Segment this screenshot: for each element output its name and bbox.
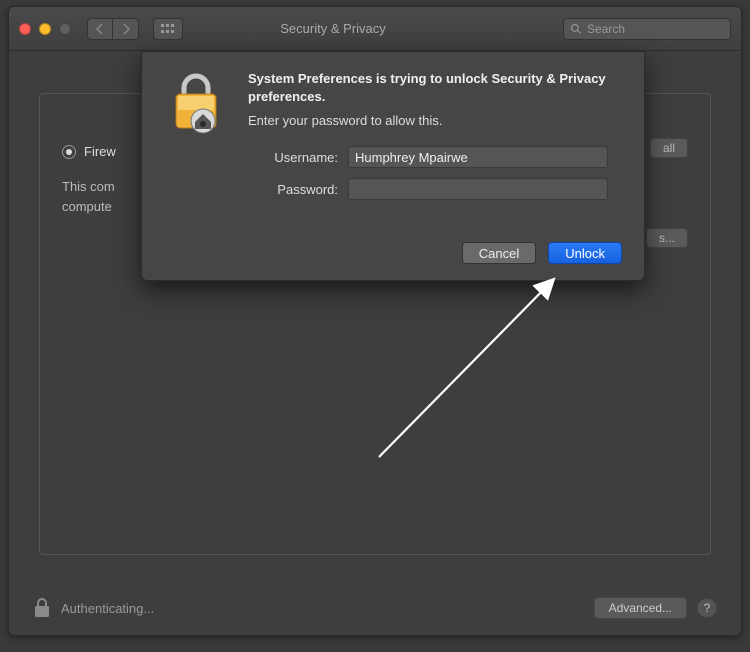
background-button-2[interactable]: s... [646,228,688,248]
dialog-subheading: Enter your password to allow this. [248,113,622,128]
username-label: Username: [248,150,338,165]
unlock-button[interactable]: Unlock [548,242,622,264]
dialog-icon [164,70,228,264]
help-button[interactable]: ? [697,598,717,618]
window-title: Security & Privacy [111,21,555,36]
chevron-left-icon [96,24,104,34]
zoom-window-button[interactable] [59,23,71,35]
username-field[interactable] [348,146,608,168]
dialog-heading: System Preferences is trying to unlock S… [248,70,622,105]
auth-dialog: System Preferences is trying to unlock S… [141,51,645,281]
radio-icon [62,145,76,159]
window-controls [19,23,71,35]
password-field[interactable] [348,178,608,200]
cancel-button[interactable]: Cancel [462,242,536,264]
lock-icon[interactable] [33,597,51,619]
close-window-button[interactable] [19,23,31,35]
auth-form: Username: Password: [248,146,622,200]
search-icon [570,23,582,35]
firewall-tab-label: Firew [84,144,116,159]
titlebar: Security & Privacy Search [9,7,741,51]
minimize-window-button[interactable] [39,23,51,35]
preferences-window: Security & Privacy Search Firew This com… [8,6,742,636]
back-button[interactable] [87,18,113,40]
search-placeholder: Search [587,22,625,36]
auth-status-text: Authenticating... [61,601,154,616]
padlock-icon [164,70,228,134]
search-field[interactable]: Search [563,18,731,40]
dialog-buttons: Cancel Unlock [248,228,622,264]
footer: Authenticating... Advanced... ? [33,597,717,619]
background-button-1[interactable]: all [650,138,688,158]
advanced-button[interactable]: Advanced... [594,597,687,619]
password-label: Password: [248,182,338,197]
